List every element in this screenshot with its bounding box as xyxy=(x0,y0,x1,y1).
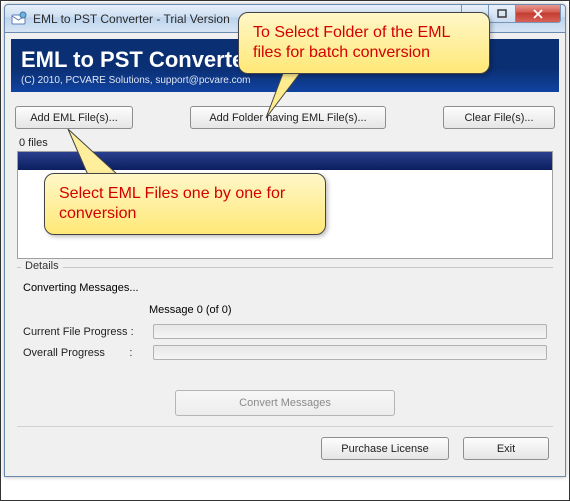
callout-add-folder: To Select Folder of the EML files for ba… xyxy=(238,12,490,74)
status-text: Converting Messages... xyxy=(23,282,547,294)
app-icon xyxy=(11,11,27,27)
footer: Purchase License Exit xyxy=(11,427,559,470)
overall-progress-label: Overall Progress : xyxy=(23,347,145,359)
callout-add-files: Select EML Files one by one for conversi… xyxy=(44,173,326,235)
purchase-license-button[interactable]: Purchase License xyxy=(321,437,449,460)
overall-progress-bar xyxy=(153,345,547,360)
add-eml-files-button[interactable]: Add EML File(s)... xyxy=(15,106,133,129)
close-button[interactable] xyxy=(515,5,561,23)
message-count: Message 0 (of 0) xyxy=(149,304,547,316)
callout-tail-icon xyxy=(66,127,126,177)
current-progress-bar xyxy=(153,324,547,339)
details-label: Details xyxy=(21,260,63,272)
current-progress-label: Current File Progress : xyxy=(23,326,145,338)
clear-files-button[interactable]: Clear File(s)... xyxy=(443,106,555,129)
maximize-button[interactable] xyxy=(488,5,516,23)
close-icon xyxy=(532,9,544,19)
exit-button[interactable]: Exit xyxy=(463,437,549,460)
convert-messages-button[interactable]: Convert Messages xyxy=(175,390,395,416)
maximize-icon xyxy=(497,9,507,19)
details-group: Details Converting Messages... Message 0… xyxy=(17,267,553,372)
